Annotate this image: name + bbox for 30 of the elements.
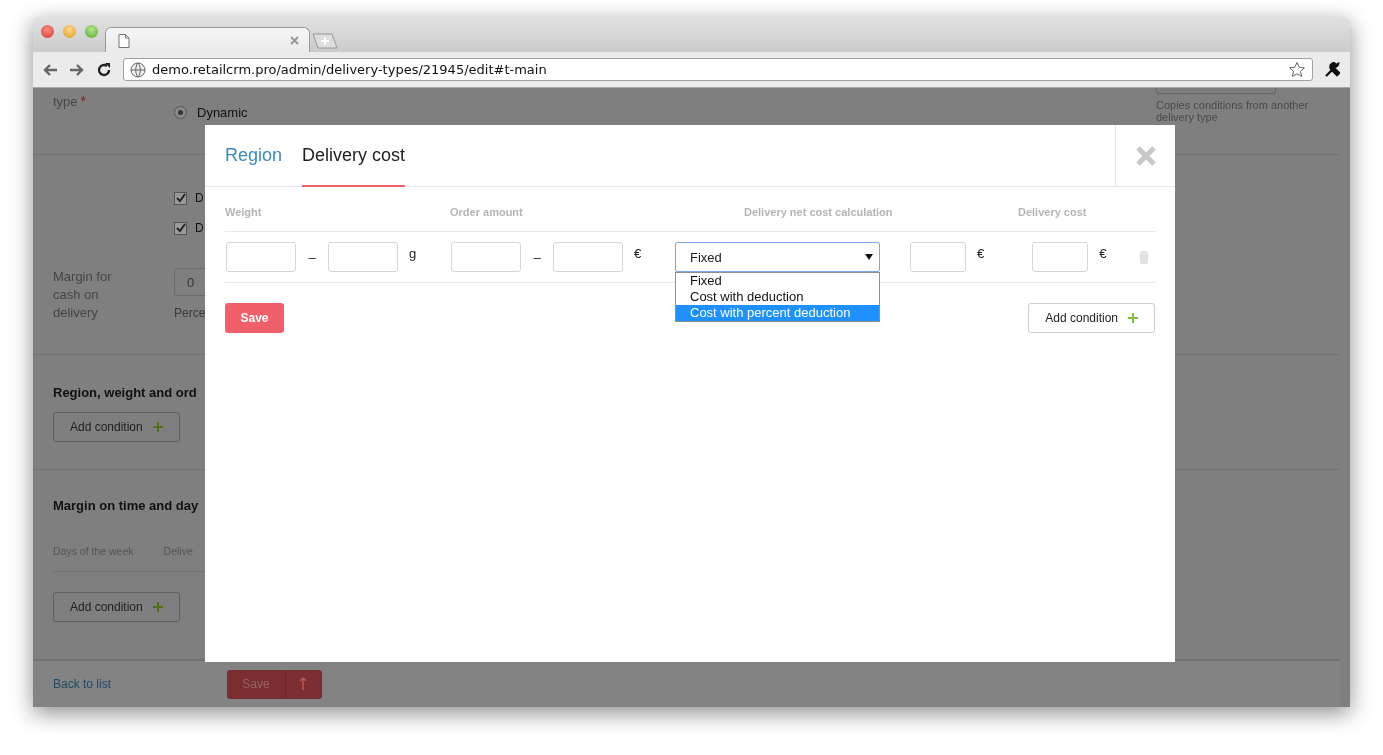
checkbox-label: D (195, 221, 204, 235)
add-condition-button[interactable]: Add condition (53, 592, 180, 622)
add-condition-button[interactable]: Add condition (53, 412, 180, 442)
hint-text: Perce (174, 306, 207, 320)
currency-label: € (1099, 245, 1107, 261)
dropdown-option[interactable]: Cost with percent deduction (676, 305, 879, 321)
section-title: Margin on time and day (53, 498, 200, 513)
column-header: Delivery net cost calculation (744, 205, 894, 218)
tab[interactable]: Region (225, 125, 283, 187)
save-button[interactable]: Save (225, 303, 284, 333)
column-header: Order amount (450, 205, 524, 218)
range-separator: – (307, 249, 317, 265)
column-header: Weight (225, 205, 263, 218)
back-link[interactable]: Back to list (53, 677, 112, 691)
dropdown-option[interactable]: Fixed (676, 273, 879, 289)
checkbox-label: D (195, 191, 204, 205)
add-condition-button[interactable]: Add condition (1028, 303, 1155, 333)
dropdown-option[interactable]: Cost with deduction (676, 289, 879, 305)
radio-label: Dynamic (197, 105, 248, 120)
calculation-dropdown[interactable]: Fixed (675, 242, 880, 272)
field-label: Margin for cash on delivery (53, 268, 113, 322)
range-separator: – (532, 249, 542, 265)
section-title: Region, weight and ord (53, 385, 198, 400)
currency-label: € (634, 245, 642, 261)
address-bar[interactable]: demo.retailcrm.pro/admin/delivery-types/21945/edit#t-main (123, 58, 1313, 81)
tab[interactable]: Delivery cost (302, 125, 406, 187)
column-header: Delivery cost (1018, 205, 1087, 218)
required-mark: * (80, 93, 87, 109)
unit-label: g (409, 245, 417, 261)
currency-label: € (977, 245, 985, 261)
